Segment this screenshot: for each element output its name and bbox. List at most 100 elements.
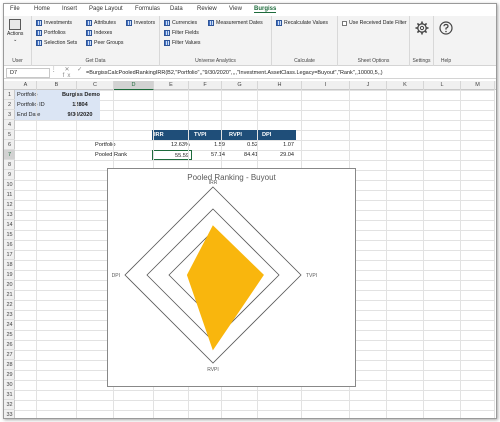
filter-fields-button[interactable]: Filter Fields (164, 29, 199, 37)
recalculate-values-button[interactable]: Recalculate Values (276, 19, 328, 27)
pooled-rank-irr-selected[interactable]: 55.59 (152, 150, 192, 160)
filter-values-button[interactable]: Filter Values (164, 39, 200, 47)
peer-groups-button[interactable]: Peer Groups (86, 39, 123, 47)
row-header-13[interactable]: 13 (4, 210, 15, 220)
row-header-4[interactable]: 4 (4, 120, 15, 130)
radar-chart-svg: IRRTVPIRVPIDPI (112, 180, 317, 373)
radar-series-area[interactable] (186, 225, 264, 351)
portfolios-button[interactable]: Portfolios (36, 29, 66, 37)
column-header-g[interactable]: G (222, 81, 258, 90)
row-header-12[interactable]: 12 (4, 200, 15, 210)
row-header-2[interactable]: 2 (4, 100, 15, 110)
row-header-29[interactable]: 29 (4, 370, 15, 380)
investments-button[interactable]: Investments (36, 19, 72, 27)
row-label-pooled-rank[interactable]: Pooled Rank (93, 150, 152, 160)
row-header-23[interactable]: 23 (4, 310, 15, 320)
row-header-17[interactable]: 17 (4, 250, 15, 260)
row-header-28[interactable]: 28 (4, 360, 15, 370)
gridline (386, 90, 387, 418)
measurement-dates-button[interactable]: Measurement Dates (208, 19, 263, 27)
column-header-c[interactable]: C (77, 81, 114, 90)
row-header-26[interactable]: 26 (4, 340, 15, 350)
row-header-31[interactable]: 31 (4, 390, 15, 400)
column-header-j[interactable]: J (350, 81, 387, 90)
help-icon[interactable] (439, 21, 453, 35)
column-header-k[interactable]: K (387, 81, 424, 90)
row-header-33[interactable]: 33 (4, 410, 15, 418)
investors-icon (126, 20, 132, 26)
row-header-18[interactable]: 18 (4, 260, 15, 270)
row-header-3[interactable]: 3 (4, 110, 15, 120)
indexes-button[interactable]: Indexes (86, 29, 112, 37)
gear-icon[interactable] (415, 21, 429, 35)
row-header-21[interactable]: 21 (4, 290, 15, 300)
investors-button[interactable]: Investors (126, 19, 155, 27)
row-header-1[interactable]: 1 (4, 90, 15, 100)
column-header-f[interactable]: F (189, 81, 222, 90)
portfolio-rvpi[interactable]: 0.52 (227, 140, 260, 150)
row-header-19[interactable]: 19 (4, 270, 15, 280)
row-header-11[interactable]: 11 (4, 190, 15, 200)
column-header-i[interactable]: I (302, 81, 350, 90)
header-irr[interactable]: IRR (152, 130, 192, 140)
tab-formulas[interactable]: Formulas (135, 6, 160, 12)
row-header-30[interactable]: 30 (4, 380, 15, 390)
column-header-a[interactable]: A (15, 81, 37, 90)
use-received-date-filter-checkbox[interactable]: Use Received Date Filter (342, 19, 407, 27)
row-header-9[interactable]: 9 (4, 170, 15, 180)
row-header-22[interactable]: 22 (4, 300, 15, 310)
filter-fields-label: Filter Fields (172, 30, 199, 36)
portfolio-irr[interactable]: 12.63% (152, 140, 192, 150)
row-header-7[interactable]: 7 (4, 150, 15, 160)
info-label-portfolio[interactable]: Portfolio (15, 90, 60, 100)
info-value-portfolio-id[interactable]: 12804 (60, 100, 100, 110)
row-header-32[interactable]: 32 (4, 400, 15, 410)
row-header-20[interactable]: 20 (4, 280, 15, 290)
row-header-24[interactable]: 24 (4, 320, 15, 330)
pooled-rank-rvpi[interactable]: 84.41 (227, 150, 260, 160)
currencies-button[interactable]: Currencies (164, 19, 197, 27)
worksheet-grid[interactable]: ABCDEFGHIJKLM 1 2 3 4 5 6 7 8 9 10 11 12 13 14 15 16 17 1… (4, 81, 496, 418)
tab-view[interactable]: View (229, 6, 242, 12)
header-rvpi[interactable]: RVPI (227, 130, 260, 140)
row-header-8[interactable]: 8 (4, 160, 15, 170)
tab-review[interactable]: Review (197, 6, 217, 12)
gridline (36, 90, 37, 418)
tab-burgiss[interactable]: Burgiss (254, 6, 277, 13)
filter-values-icon (164, 40, 170, 46)
formula-bar-icons[interactable]: ⋮ ✕ ✓ fx (50, 66, 86, 79)
name-box[interactable]: D7 (6, 67, 50, 78)
row-header-10[interactable]: 10 (4, 180, 15, 190)
row-header-14[interactable]: 14 (4, 220, 15, 230)
pooled-rank-dpi[interactable]: 29.04 (260, 150, 296, 160)
selection-sets-button[interactable]: Selection Sets (36, 39, 77, 47)
column-header-m[interactable]: M (461, 81, 495, 90)
info-label-end-date[interactable]: End Date (15, 110, 60, 120)
portfolio-dpi[interactable]: 1.07 (260, 140, 296, 150)
info-value-portfolio[interactable]: Burgiss Demo (60, 90, 100, 100)
radar-chart[interactable]: Pooled Ranking - Buyout IRR TVPI RVPI DPI (107, 168, 356, 387)
column-header-l[interactable]: L (424, 81, 461, 90)
tab-file[interactable]: File (10, 6, 20, 12)
row-header-15[interactable]: 15 (4, 230, 15, 240)
info-label-portfolio-id[interactable]: Portfolio ID (15, 100, 60, 110)
tab-home[interactable]: Home (34, 6, 50, 12)
row-header-27[interactable]: 27 (4, 350, 15, 360)
header-dpi[interactable]: DPI (260, 130, 296, 140)
row-header-6[interactable]: 6 (4, 140, 15, 150)
tab-page-layout[interactable]: Page Layout (89, 6, 123, 12)
column-header-b[interactable]: B (37, 81, 77, 90)
row-header-25[interactable]: 25 (4, 330, 15, 340)
row-header-16[interactable]: 16 (4, 240, 15, 250)
column-header-e[interactable]: E (154, 81, 189, 90)
tab-data[interactable]: Data (170, 6, 183, 12)
row-label-portfolio[interactable]: Portfolio (93, 140, 152, 150)
formula-input[interactable]: =BurgissCalcPooledRankingIRR(B2,"Portfol… (86, 70, 496, 76)
column-header-h[interactable]: H (258, 81, 302, 90)
row-header-5[interactable]: 5 (4, 130, 15, 140)
tab-insert[interactable]: Insert (62, 6, 77, 12)
info-value-end-date[interactable]: 9/30/2020 (60, 110, 100, 120)
actions-button[interactable]: Actions ⌄ (7, 19, 23, 43)
column-header-d[interactable]: D (114, 81, 154, 90)
attributes-button[interactable]: Attributes (86, 19, 116, 27)
